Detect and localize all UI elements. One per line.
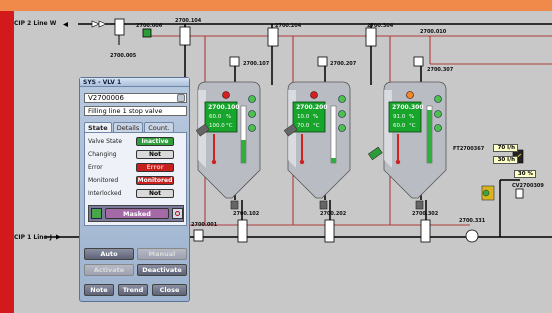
flow-setpoint: 30 l/h bbox=[493, 156, 518, 164]
tank1-temp: 100.0 bbox=[209, 123, 225, 129]
valve-2700207-icon[interactable] bbox=[317, 56, 328, 67]
tank3-temp: 60.0 bbox=[393, 123, 406, 129]
tank1-id: 2700.100 bbox=[208, 104, 240, 111]
svg-text:%: % bbox=[409, 114, 414, 120]
cip2-label: CIP 2 Line W bbox=[14, 20, 57, 27]
faceplate-tabs: State Details Count. bbox=[84, 122, 175, 132]
tag-2700204: 2700.204 bbox=[275, 23, 302, 29]
state-row-label: Monitored bbox=[88, 177, 119, 184]
state-indicator: Inactive bbox=[136, 137, 174, 146]
tag-field: V2700006 bbox=[84, 93, 187, 103]
valve-2700001-icon[interactable] bbox=[193, 229, 204, 242]
tab-state[interactable]: State bbox=[84, 122, 112, 132]
tank3-id: 2700.300 bbox=[392, 104, 424, 111]
trend-button[interactable]: Trend bbox=[118, 284, 148, 296]
tag-2700104: 2700.104 bbox=[175, 18, 202, 24]
tag-2700302: 2700.302 bbox=[412, 211, 439, 217]
flow-value: 70 l/h bbox=[493, 144, 518, 152]
tab-details[interactable]: Details bbox=[112, 122, 144, 132]
valve-2700304-icon[interactable] bbox=[365, 27, 377, 47]
tag-2700307: 2700.307 bbox=[427, 67, 454, 73]
tag-cv2700309: CV2700309 bbox=[512, 183, 544, 189]
arrow-right-icon bbox=[56, 234, 61, 240]
valve-faceplate[interactable]: SYS - VLV 1 V2700006 Filling line 1 stop… bbox=[79, 77, 190, 302]
hmi-screen: CIP 2 Line W 2700.005 2700.006 2700.104 … bbox=[0, 0, 552, 313]
tag-2700102: 2700.102 bbox=[233, 211, 260, 217]
state-row: Interlocked Not bbox=[88, 189, 186, 199]
state-row-label: Error bbox=[88, 164, 103, 171]
valve-2700005-icon[interactable] bbox=[91, 20, 107, 28]
auto-button[interactable]: Auto bbox=[84, 248, 134, 260]
valve-2700307-icon[interactable] bbox=[413, 56, 424, 67]
tab-count[interactable]: Count. bbox=[144, 122, 174, 132]
flowmeter-icon[interactable] bbox=[465, 229, 479, 243]
arrow-left-icon bbox=[63, 22, 68, 27]
state-indicator: Error bbox=[136, 163, 174, 172]
manual-button[interactable]: Manual bbox=[137, 248, 187, 260]
tag-2700006: 2700.006 bbox=[136, 23, 163, 29]
tag-2700005: 2700.005 bbox=[110, 53, 137, 59]
ring-icon bbox=[175, 211, 180, 216]
state-row: Changing Not bbox=[88, 150, 186, 160]
tag-ft2700367: FT2700367 bbox=[453, 146, 485, 152]
state-row-label: Changing bbox=[88, 151, 117, 158]
valve-2700107-icon[interactable] bbox=[229, 56, 240, 67]
activate-button[interactable]: Activate bbox=[84, 264, 134, 276]
cip1-label: CIP 1 Line J bbox=[14, 234, 52, 241]
mask-toggle[interactable] bbox=[172, 208, 183, 219]
valve-2700302-icon[interactable] bbox=[420, 219, 431, 243]
state-row-label: Valve State bbox=[88, 138, 123, 145]
state-row: Monitored Monitored bbox=[88, 176, 186, 186]
state-indicator: Monitored bbox=[136, 176, 174, 185]
close-button[interactable]: Close bbox=[152, 284, 187, 296]
tank2-temp: 70.0 bbox=[297, 123, 310, 129]
tag-2700331: 2700.331 bbox=[459, 218, 486, 224]
tank1-level: 60.0 bbox=[209, 114, 222, 120]
valve-2700006-icon[interactable] bbox=[142, 28, 152, 38]
note-button[interactable]: Note bbox=[84, 284, 114, 296]
faceplate-title: SYS - VLV 1 bbox=[80, 78, 189, 87]
tag-lookup-button[interactable] bbox=[177, 94, 185, 102]
mask-area: Masked bbox=[88, 205, 184, 222]
tank2-level: 10.0 bbox=[297, 114, 310, 120]
svg-text:%: % bbox=[313, 114, 318, 120]
tank3-level: 91.0 bbox=[393, 114, 406, 120]
valve-percent: 30 % bbox=[514, 170, 536, 178]
tag-2700207: 2700.207 bbox=[330, 61, 357, 67]
state-row-label: Interlocked bbox=[88, 190, 122, 197]
deactivate-button[interactable]: Deactivate bbox=[137, 264, 187, 276]
valve-2700104-icon[interactable] bbox=[179, 26, 191, 46]
tank2-id: 2700.200 bbox=[296, 104, 328, 111]
tag-2700202: 2700.202 bbox=[320, 211, 347, 217]
tank-2700200[interactable]: 2700.200 10.0 % 70.0 °C bbox=[283, 81, 351, 199]
valve-2700202-icon[interactable] bbox=[324, 219, 335, 243]
valve-2700204-icon[interactable] bbox=[267, 27, 279, 47]
state-panel: Valve State Inactive Changing Not Error Error… bbox=[84, 132, 187, 226]
tag-2700010: 2700.010 bbox=[420, 29, 447, 35]
mask-status-icon bbox=[91, 208, 102, 219]
valve-2700102-icon[interactable] bbox=[237, 219, 248, 243]
tank-2700300[interactable]: 2700.300 91.0 % 60.0 °C bbox=[368, 81, 447, 199]
tag-2700001: 2700.001 bbox=[191, 222, 218, 228]
state-indicator: Not bbox=[136, 189, 174, 198]
state-indicator: Not bbox=[136, 150, 174, 159]
svg-text:°C: °C bbox=[226, 123, 233, 129]
state-row: Error Error bbox=[88, 163, 186, 173]
tank-2700100[interactable]: 2700.100 60.0 % 100.0 °C bbox=[195, 81, 261, 199]
masked-button[interactable]: Masked bbox=[105, 208, 169, 219]
tag-2700107: 2700.107 bbox=[243, 61, 270, 67]
description-field: Filling line 1 stop valve bbox=[84, 106, 187, 116]
svg-text:°C: °C bbox=[409, 123, 416, 129]
state-row: Valve State Inactive bbox=[88, 137, 186, 147]
svg-text:%: % bbox=[226, 114, 231, 120]
svg-text:°C: °C bbox=[313, 123, 320, 129]
